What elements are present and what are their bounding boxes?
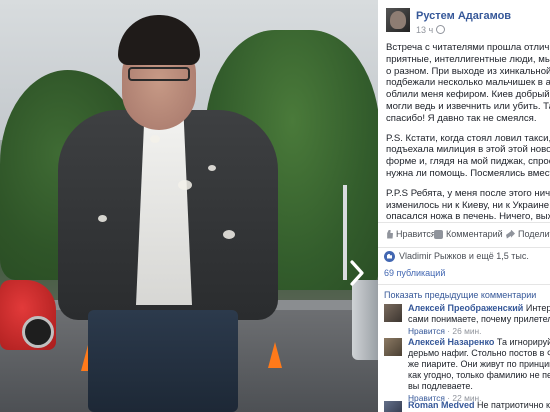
comment-avatar[interactable] [384, 338, 402, 356]
comment-icon [434, 229, 443, 239]
comment-author[interactable]: Алексей Назаренко [408, 337, 494, 347]
thumbs-up-icon [384, 250, 395, 262]
post-paragraph-1: Встреча с читателями прошла отлично. Пр … [386, 42, 550, 124]
author-name[interactable]: Рустем Адагамов [416, 10, 511, 22]
post-side-panel: Рустем Адагамов 13 ч Встреча с читателям… [378, 0, 550, 412]
post-time-text[interactable]: 13 ч [416, 25, 433, 35]
comment-avatar[interactable] [384, 304, 402, 322]
facebook-photo-viewer: Рустем Адагамов 13 ч Встреча с читателям… [0, 0, 550, 412]
post-text: Встреча с читателями прошла отлично. Пр … [386, 42, 550, 231]
comment-text-line: же пиарите. Они живут по принципу - назы [408, 359, 550, 369]
comment-time[interactable]: 26 мин. [452, 326, 481, 336]
post-actions-bar: Нравится Комментарий Поделиться [378, 222, 550, 248]
comment-text-line: как угодно, только фамилию не перепутай [408, 370, 550, 380]
photo-person [58, 15, 278, 412]
post-paragraph-2: P.S. Кстати, когда стоял ловил такси, ту… [386, 132, 550, 179]
likes-text[interactable]: Vladimir Рыжков и ещё 1,5 тыс. [399, 251, 529, 261]
share-label: Поделиться [518, 229, 550, 239]
likes-summary[interactable]: Vladimir Рыжков и ещё 1,5 тыс. [384, 249, 529, 263]
like-icon [387, 229, 393, 239]
post-timestamp[interactable]: 13 ч [416, 25, 446, 35]
share-button[interactable]: Поделиться [506, 229, 550, 239]
shares-count[interactable]: 69 публикаций [384, 268, 445, 278]
globe-icon [436, 25, 446, 34]
post-header: Рустем Адагамов 13 ч [378, 0, 550, 38]
chevron-right-icon [350, 260, 364, 286]
photo-red-car [0, 280, 56, 350]
comment-author[interactable]: Roman Medved [408, 400, 475, 410]
comment-like-button[interactable]: Нравится [408, 326, 445, 336]
comment-text-line: сами понимаете, почему прилетел кефир? [408, 314, 550, 324]
comment-label: Комментарий [446, 229, 503, 239]
photo-white-car [352, 280, 378, 360]
comment-text-line: Интересно, вы [525, 303, 550, 313]
comment-text-line: Не патриотично как то, к [477, 400, 550, 410]
comment-meta: Нравится · 26 мин. [408, 326, 482, 336]
share-icon [506, 229, 515, 239]
comment-text-line: Та игнорируйте вы эт [496, 337, 550, 347]
post-paragraph-3: P.P.S Ребята, у меня после этого ничего … [386, 187, 550, 223]
next-photo-button[interactable] [348, 258, 366, 288]
show-previous-comments-link[interactable]: Показать предыдущие комментарии [384, 290, 536, 300]
comment-author[interactable]: Алексей Преображенский [408, 303, 523, 313]
like-button[interactable]: Нравится [384, 229, 436, 239]
divider [378, 284, 550, 285]
author-avatar[interactable] [386, 8, 410, 32]
post-photo[interactable] [0, 0, 378, 412]
comment-text-line: дерьмо нафиг. Стольно постов в Фейсбуке [408, 348, 550, 358]
like-label: Нравится [396, 229, 436, 239]
comment-avatar[interactable] [384, 401, 402, 412]
photo-lamp-post [343, 185, 347, 280]
comment-button[interactable]: Комментарий [434, 229, 503, 239]
comment-text-line: вы подлеваете. [408, 381, 473, 391]
